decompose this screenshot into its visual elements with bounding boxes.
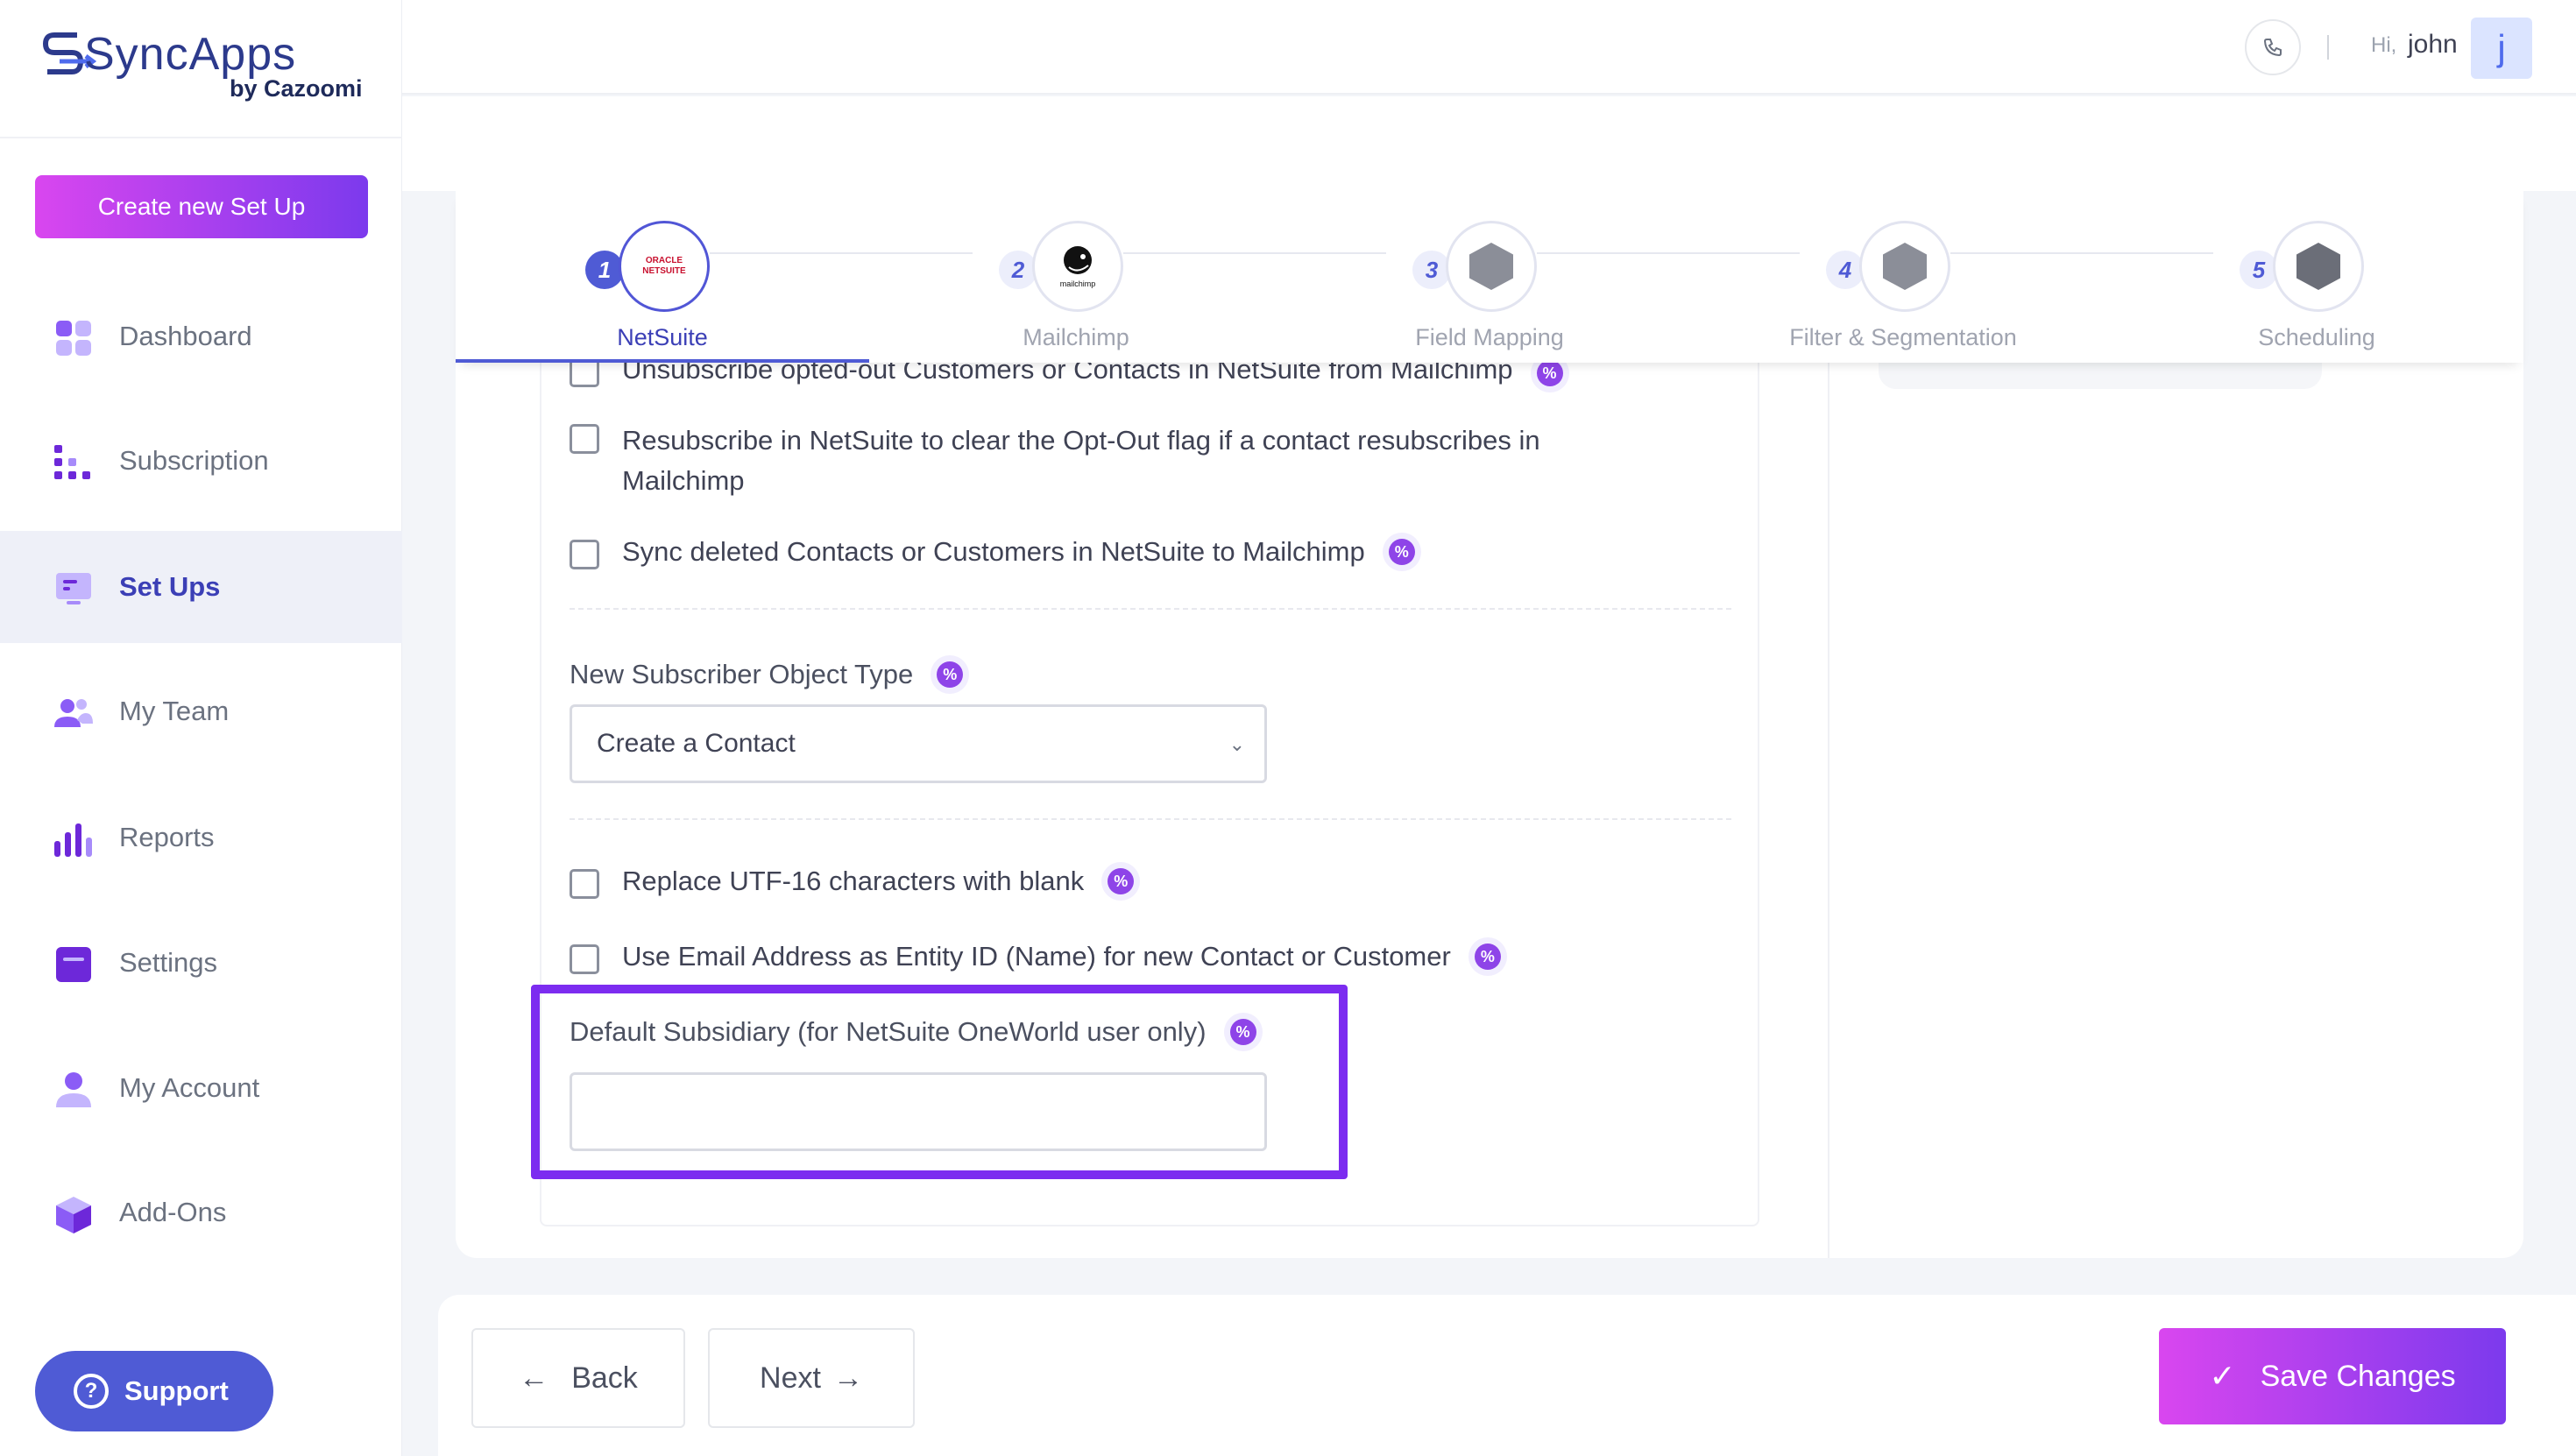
scheduling-icon bbox=[2273, 221, 2364, 312]
info-icon[interactable]: % bbox=[1101, 862, 1141, 901]
checkbox[interactable] bbox=[570, 944, 599, 974]
field-mapping-icon bbox=[1446, 221, 1537, 312]
help-icon: ? bbox=[74, 1374, 109, 1409]
settings-icon bbox=[56, 947, 91, 982]
sidebar-item-label: My Team bbox=[119, 696, 230, 726]
option-label-continued: Mailchimp bbox=[622, 465, 745, 496]
sidebar-item-label: Subscription bbox=[119, 445, 269, 476]
sidebar-item-label: Dashboard bbox=[119, 321, 252, 351]
step-label: Scheduling bbox=[2258, 324, 2375, 350]
section-divider bbox=[570, 818, 1731, 820]
setup-stepper: 1 ORACLE NETSUITE NetSuite 2 mailchimp M… bbox=[456, 191, 2523, 363]
avatar[interactable]: j bbox=[2471, 18, 2532, 79]
step-label: Filter & Segmentation bbox=[1789, 324, 2017, 350]
support-label: Support bbox=[124, 1375, 229, 1406]
header-divider bbox=[2327, 35, 2329, 60]
step-field-mapping[interactable]: 3 Field Mapping bbox=[1283, 207, 1696, 363]
netsuite-logo-icon: ORACLE NETSUITE bbox=[619, 221, 710, 312]
sidebar-item-label: Settings bbox=[119, 947, 218, 978]
brand-subtitle: by Cazoomi bbox=[230, 75, 363, 102]
check-icon: ✓ bbox=[2209, 1358, 2236, 1394]
create-setup-button[interactable]: Create new Set Up bbox=[35, 175, 368, 238]
user-name[interactable]: john bbox=[2408, 30, 2458, 60]
email-as-entity-id-option[interactable]: Use Email Address as Entity ID (Name) fo… bbox=[570, 937, 1507, 976]
sidebar-item-label: Reports bbox=[119, 822, 215, 852]
save-changes-button[interactable]: ✓ Save Changes bbox=[2159, 1328, 2506, 1424]
new-subscriber-type-label: New Subscriber Object Type % bbox=[570, 655, 970, 694]
brand-logo[interactable]: SyncApps by Cazoomi bbox=[0, 0, 402, 138]
option-label: Sync deleted Contacts or Customers in Ne… bbox=[622, 536, 1365, 567]
sync-deleted-option[interactable]: Sync deleted Contacts or Customers in Ne… bbox=[570, 533, 1421, 571]
step-label: Mailchimp bbox=[1023, 324, 1129, 350]
step-label: NetSuite bbox=[617, 324, 708, 350]
sidebar-item-subscription[interactable]: Subscription bbox=[0, 405, 402, 517]
sidebar-item-reports[interactable]: Reports bbox=[0, 781, 402, 894]
setups-icon bbox=[56, 573, 91, 604]
panel-divider bbox=[1828, 363, 1829, 1258]
info-icon[interactable]: % bbox=[1223, 1013, 1263, 1051]
support-button[interactable]: ? Support bbox=[35, 1351, 273, 1431]
sidebar-item-setups[interactable]: Set Ups bbox=[0, 531, 402, 643]
step-scheduling[interactable]: 5 Scheduling bbox=[2110, 207, 2523, 363]
sidebar: SyncApps by Cazoomi Create new Set Up Da… bbox=[0, 0, 402, 1456]
sidebar-item-my-team[interactable]: My Team bbox=[0, 655, 402, 767]
phone-button[interactable] bbox=[2245, 19, 2301, 75]
chevron-down-icon: ⌄ bbox=[1228, 733, 1245, 755]
section-divider bbox=[570, 608, 1731, 610]
addons-icon bbox=[56, 1197, 91, 1233]
phone-icon bbox=[2263, 39, 2282, 57]
step-netsuite[interactable]: 1 ORACLE NETSUITE NetSuite bbox=[456, 207, 869, 363]
resubscribe-option[interactable]: Resubscribe in NetSuite to clear the Opt… bbox=[570, 421, 1540, 501]
select-value: Create a Contact bbox=[597, 729, 796, 758]
option-label: Resubscribe in NetSuite to clear the Opt… bbox=[622, 425, 1540, 456]
mailchimp-logo-icon: mailchimp bbox=[1032, 221, 1123, 312]
sidebar-item-label: Add-Ons bbox=[119, 1197, 227, 1227]
sidebar-item-dashboard[interactable]: Dashboard bbox=[0, 280, 402, 392]
info-icon[interactable]: % bbox=[1382, 533, 1421, 571]
sidebar-item-add-ons[interactable]: Add-Ons bbox=[0, 1156, 402, 1269]
replace-utf16-option[interactable]: Replace UTF-16 characters with blank % bbox=[570, 862, 1141, 901]
new-subscriber-type-select[interactable]: Create a Contact ⌄ bbox=[570, 704, 1267, 783]
step-filter-segmentation[interactable]: 4 Filter & Segmentation bbox=[1696, 207, 2110, 363]
greeting: Hi, bbox=[2371, 33, 2397, 57]
arrow-left-icon: ← bbox=[519, 1361, 549, 1395]
option-label: Replace UTF-16 characters with blank bbox=[622, 866, 1085, 896]
team-icon bbox=[54, 699, 93, 727]
checkbox[interactable] bbox=[570, 540, 599, 569]
next-button[interactable]: Next → bbox=[708, 1328, 915, 1428]
option-label: Use Email Address as Entity ID (Name) fo… bbox=[622, 941, 1451, 972]
default-subsidiary-label: Default Subsidiary (for NetSuite OneWorl… bbox=[570, 1013, 1263, 1051]
back-button[interactable]: ← Back bbox=[471, 1328, 685, 1428]
filter-icon bbox=[1859, 221, 1950, 312]
subheader-bar bbox=[402, 96, 2576, 191]
default-subsidiary-input[interactable] bbox=[570, 1072, 1267, 1151]
arrow-right-icon: → bbox=[832, 1361, 863, 1395]
sidebar-item-label: Set Ups bbox=[119, 571, 221, 602]
info-icon[interactable]: % bbox=[1468, 937, 1507, 976]
brand-name: SyncApps bbox=[84, 29, 297, 80]
right-panel-bar bbox=[1879, 363, 2322, 389]
info-icon[interactable]: % bbox=[931, 655, 970, 694]
step-label: Field Mapping bbox=[1415, 324, 1564, 350]
account-icon bbox=[56, 1072, 91, 1107]
subscription-icon bbox=[54, 445, 90, 479]
step-mailchimp[interactable]: 2 mailchimp Mailchimp bbox=[869, 207, 1283, 363]
sidebar-item-my-account[interactable]: My Account bbox=[0, 1032, 402, 1144]
reports-icon bbox=[54, 823, 92, 857]
checkbox[interactable] bbox=[570, 869, 599, 899]
dashboard-icon bbox=[56, 321, 91, 356]
sidebar-item-settings[interactable]: Settings bbox=[0, 907, 402, 1019]
checkbox[interactable] bbox=[570, 424, 599, 454]
sidebar-item-label: My Account bbox=[119, 1072, 260, 1103]
